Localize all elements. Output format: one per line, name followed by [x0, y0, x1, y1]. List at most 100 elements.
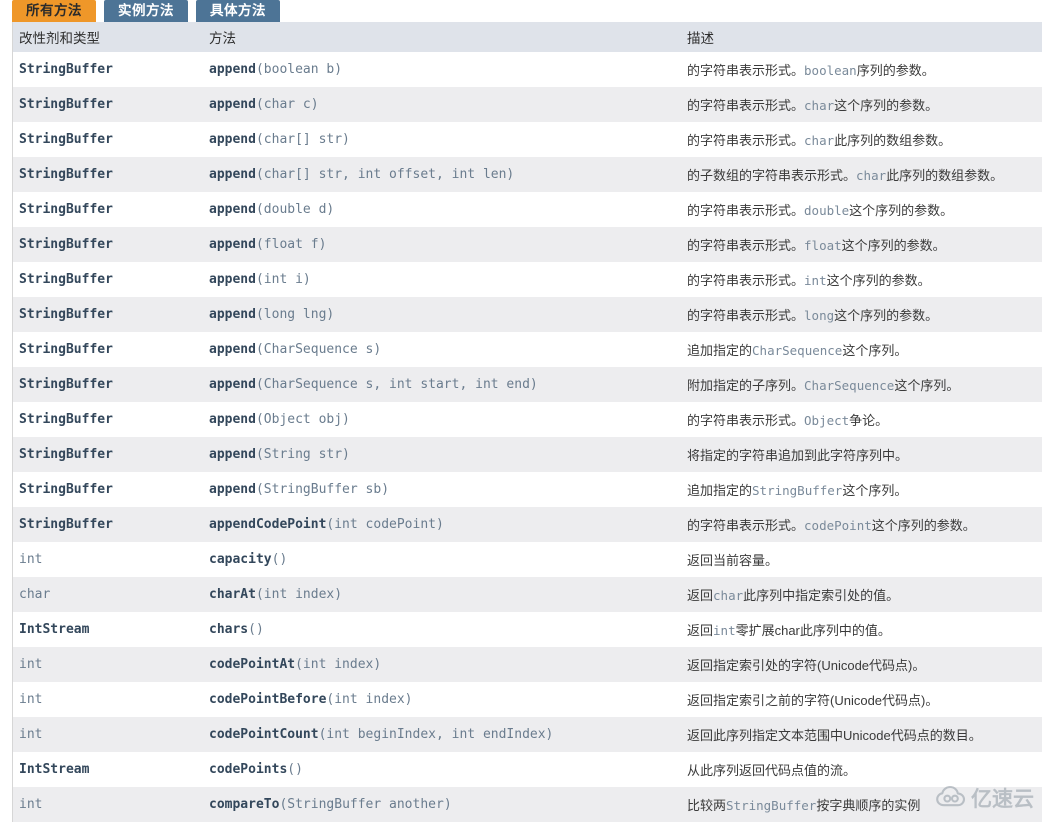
table-row[interactable]: StringBuffer append(char[] str) 的字符串表示形式。c… [13, 122, 1042, 157]
method-name-link[interactable]: codePointAt [209, 657, 295, 672]
cell-modifier-type: StringBuffer [13, 367, 203, 402]
method-signature-args: (float f) [255, 237, 327, 252]
cell-method: appendCodePoint(int codePoint) [203, 507, 681, 542]
method-name-link[interactable]: append [209, 377, 256, 392]
method-name-link[interactable]: append [209, 482, 256, 497]
method-signature-args: (int index) [295, 657, 382, 672]
description-text-leading: 追加指定的 [687, 483, 753, 498]
description-text-trailing: 争论。 [849, 413, 889, 428]
modifier-text: StringBuffer [19, 377, 113, 392]
description-code-token: int [804, 273, 827, 288]
tab-concrete-methods[interactable]: 具体方法 [196, 0, 280, 22]
cell-modifier-type: int [13, 682, 203, 717]
cell-description: 的字符串表示形式。long这个序列的参数。 [681, 297, 1042, 332]
table-row[interactable]: IntStream chars() 返回int零扩展char此序列中的值。 [13, 612, 1042, 647]
modifier-text: char [19, 587, 51, 602]
method-signature-args: (double d) [255, 202, 335, 217]
table-row[interactable]: StringBuffer append(float f) 的字符串表示形式。floa… [13, 227, 1042, 262]
modifier-text: StringBuffer [19, 307, 113, 322]
modifier-text: IntStream [19, 622, 90, 637]
cell-modifier-type: StringBuffer [13, 332, 203, 367]
cell-description: 返回指定索引处的字符(Unicode代码点)。 [681, 647, 1042, 682]
method-name-link[interactable]: append [209, 307, 256, 322]
method-name-link[interactable]: codePoints [209, 762, 287, 777]
method-name-link[interactable]: compareTo [209, 797, 279, 812]
table-row[interactable]: StringBuffer append(char c) 的字符串表示形式。char这… [13, 87, 1042, 122]
table-row[interactable]: StringBuffer append(String str) 将指定的字符串追加到… [13, 437, 1042, 472]
cell-description: 从此序列返回代码点值的流。 [681, 752, 1042, 787]
modifier-text: int [19, 657, 43, 672]
description-text-trailing: 序列的参数。 [856, 63, 935, 78]
table-row[interactable]: int codePointAt(int index) 返回指定索引处的字符(Unic… [13, 647, 1042, 682]
table-row[interactable]: int compareTo(StringBuffer another) 比较两Str… [13, 787, 1042, 822]
method-name-link[interactable]: append [209, 237, 256, 252]
table-row[interactable]: StringBuffer append(CharSequence s, int s… [13, 367, 1042, 402]
description-text-trailing: 这个序列的参数。 [871, 518, 976, 533]
table-row[interactable]: StringBuffer append(StringBuffer sb) 追加指定的… [13, 472, 1042, 507]
table-row[interactable]: StringBuffer append(long lng) 的字符串表示形式。lon… [13, 297, 1042, 332]
method-name-link[interactable]: append [209, 272, 256, 287]
method-signature-args: (CharSequence s, int start, int end) [255, 377, 538, 392]
method-signature-args: (int codePoint) [326, 517, 444, 532]
table-row[interactable]: StringBuffer appendCodePoint(int codePoin… [13, 507, 1042, 542]
description-text-trailing: 此序列的数组参数。 [834, 133, 952, 148]
cell-modifier-type: char [13, 577, 203, 612]
description-text-trailing: 这个序列的参数。 [834, 308, 939, 323]
cell-description: 追加指定的StringBuffer这个序列。 [681, 472, 1042, 507]
method-name-link[interactable]: append [209, 97, 256, 112]
method-name-link[interactable]: appendCodePoint [209, 517, 326, 532]
cell-description: 比较两StringBuffer按字典顺序的实例 [681, 787, 1042, 822]
table-row[interactable]: int codePointBefore(int index) 返回指定索引之前的字符… [13, 682, 1042, 717]
column-header-modifier[interactable]: 改性剂和类型 [13, 22, 203, 52]
table-row[interactable]: IntStream codePoints() 从此序列返回代码点值的流。 [13, 752, 1042, 787]
table-row[interactable]: StringBuffer append(CharSequence s) 追加指定的C… [13, 332, 1042, 367]
method-name-link[interactable]: append [209, 62, 256, 77]
method-name-link[interactable]: append [209, 167, 256, 182]
column-header-method[interactable]: 方法 [203, 22, 681, 52]
table-row[interactable]: StringBuffer append(Object obj) 的字符串表示形式。O… [13, 402, 1042, 437]
table-row[interactable]: char charAt(int index) 返回char此序列中指定索引处的值。 [13, 577, 1042, 612]
method-name-link[interactable]: append [209, 342, 256, 357]
method-name-link[interactable]: codePointBefore [209, 692, 326, 707]
tab-instance-methods[interactable]: 实例方法 [104, 0, 188, 22]
modifier-text: StringBuffer [19, 97, 113, 112]
description-code-token: int [713, 623, 736, 638]
table-row[interactable]: StringBuffer append(int i) 的字符串表示形式。int这个序… [13, 262, 1042, 297]
description-code-token: char [804, 98, 835, 113]
method-name-link[interactable]: charAt [209, 587, 256, 602]
method-signature-args: (char c) [255, 97, 319, 112]
method-name-link[interactable]: chars [209, 622, 248, 637]
description-text-leading: 返回指定索引之前的字符(Unicode代码点)。 [687, 693, 939, 708]
method-name-link[interactable]: append [209, 447, 256, 462]
methods-table-container: 改性剂和类型 方法 描述 StringBuffer append(boolean … [12, 22, 1042, 822]
description-code-token: float [804, 238, 842, 253]
description-code-token: CharSequence [804, 378, 895, 393]
cell-modifier-type: int [13, 717, 203, 752]
cell-modifier-type: StringBuffer [13, 227, 203, 262]
method-signature-args: (int index) [326, 692, 413, 707]
method-name-link[interactable]: codePointCount [209, 727, 319, 742]
description-text-trailing: 这个序列的参数。 [841, 238, 946, 253]
column-header-description[interactable]: 描述 [681, 22, 1042, 52]
method-name-link[interactable]: append [209, 202, 256, 217]
description-code-token: Object [804, 413, 850, 428]
cell-description: 返回当前容量。 [681, 542, 1042, 577]
cell-modifier-type: int [13, 542, 203, 577]
description-code-token: char [804, 133, 835, 148]
method-name-link[interactable]: append [209, 412, 256, 427]
description-text-leading: 的字符串表示形式。 [687, 308, 805, 323]
description-text-trailing: 此序列的数组参数。 [886, 168, 1004, 183]
tab-all-methods[interactable]: 所有方法 [12, 0, 96, 22]
table-row[interactable]: StringBuffer append(char[] str, int offse… [13, 157, 1042, 192]
table-row[interactable]: StringBuffer append(double d) 的字符串表示形式。dou… [13, 192, 1042, 227]
description-text-leading: 的字符串表示形式。 [687, 63, 805, 78]
description-text-leading: 比较两 [687, 798, 727, 813]
method-name-link[interactable]: capacity [209, 552, 272, 567]
cell-method: append(String str) [203, 437, 681, 472]
table-row[interactable]: int codePointCount(int beginIndex, int en… [13, 717, 1042, 752]
cell-description: 返回指定索引之前的字符(Unicode代码点)。 [681, 682, 1042, 717]
table-row[interactable]: int capacity() 返回当前容量。 [13, 542, 1042, 577]
table-row[interactable]: StringBuffer append(boolean b) 的字符串表示形式。bo… [13, 52, 1042, 87]
method-name-link[interactable]: append [209, 132, 256, 147]
description-code-token: StringBuffer [726, 798, 817, 813]
